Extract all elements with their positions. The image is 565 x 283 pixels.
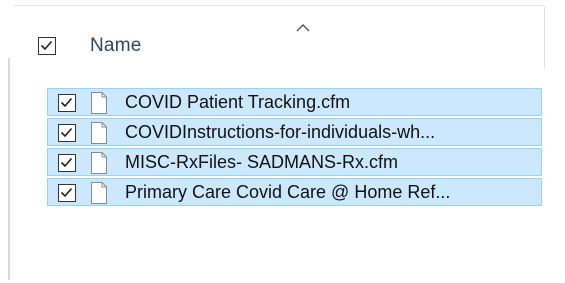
file-row-checkbox[interactable] <box>58 124 76 142</box>
checkmark-icon <box>60 187 73 198</box>
column-divider[interactable] <box>544 6 545 68</box>
file-name: COVID Patient Tracking.cfm <box>125 92 351 112</box>
file-name: MISC-RxFiles- SADMANS-Rx.cfm <box>125 152 398 172</box>
select-all-checkbox[interactable] <box>38 37 56 55</box>
file-row[interactable]: Primary Care Covid Care @ Home Ref... <box>47 178 542 206</box>
checkmark-icon <box>60 127 73 138</box>
checkmark-icon <box>60 157 73 168</box>
file-row-checkbox[interactable] <box>58 94 76 112</box>
file-name: COVIDInstructions-for-individuals-wh... <box>125 122 436 142</box>
file-row[interactable]: COVID Patient Tracking.cfm <box>47 88 542 116</box>
pane-left-border <box>8 58 10 280</box>
checkmark-icon <box>60 97 73 108</box>
top-divider <box>14 5 544 6</box>
document-icon <box>91 182 107 204</box>
file-name: Primary Care Covid Care @ Home Ref... <box>125 182 451 202</box>
file-row-checkbox[interactable] <box>58 184 76 202</box>
name-column-label: Name <box>90 35 142 56</box>
document-icon <box>91 152 107 174</box>
file-row[interactable]: MISC-RxFiles- SADMANS-Rx.cfm <box>47 148 542 176</box>
document-icon <box>91 92 107 114</box>
file-rows: COVID Patient Tracking.cfm COVIDInstruct… <box>47 88 542 208</box>
file-list-view: Name COVID Patient Tracking.cfm COVIDIns… <box>0 0 565 283</box>
file-row[interactable]: COVIDInstructions-for-individuals-wh... <box>47 118 542 146</box>
checkmark-icon <box>40 40 53 51</box>
file-row-checkbox[interactable] <box>58 154 76 172</box>
document-icon <box>91 122 107 144</box>
name-column-header[interactable]: Name <box>32 30 542 66</box>
